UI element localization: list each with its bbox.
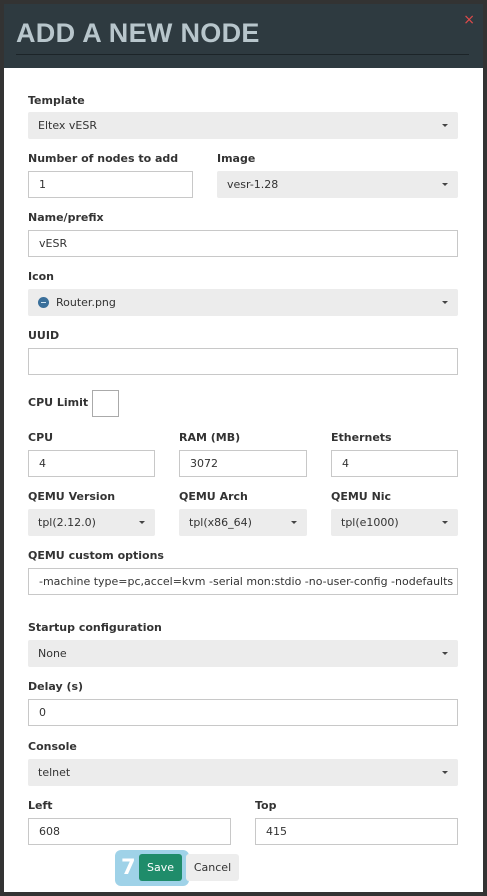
nodes-count-input[interactable]: 1 <box>28 171 193 198</box>
top-input[interactable]: 415 <box>255 818 458 845</box>
icon-select[interactable]: Router.png <box>28 289 458 316</box>
left-input[interactable]: 608 <box>28 818 231 845</box>
uuid-input[interactable] <box>28 348 458 375</box>
qemu-nic-select[interactable]: tpl(e1000) <box>331 509 458 536</box>
dialog-title: ADD A NEW NODE <box>16 18 260 48</box>
startup-config-value: None <box>38 647 67 660</box>
ethernets-input[interactable]: 4 <box>331 450 458 477</box>
ram-label: RAM (MB) <box>179 431 241 444</box>
delay-label: Delay (s) <box>28 680 84 693</box>
chevron-down-icon <box>442 301 448 304</box>
qemu-version-value: tpl(2.12.0) <box>38 516 96 529</box>
chevron-down-icon <box>442 124 448 127</box>
console-value: telnet <box>38 766 71 779</box>
chevron-down-icon <box>442 771 448 774</box>
chevron-down-icon <box>291 521 297 524</box>
qemu-version-select[interactable]: tpl(2.12.0) <box>28 509 155 536</box>
qemu-arch-label: QEMU Arch <box>179 490 248 503</box>
qemu-arch-value: tpl(x86_64) <box>189 516 252 529</box>
uuid-label: UUID <box>28 329 60 342</box>
title-underline <box>16 54 469 55</box>
cpu-limit-label: CPU Limit <box>28 396 89 409</box>
template-select[interactable]: Eltex vESR <box>28 112 458 139</box>
icon-label: Icon <box>28 270 55 283</box>
chevron-down-icon <box>442 652 448 655</box>
console-label: Console <box>28 740 77 753</box>
qemu-nic-label: QEMU Nic <box>331 490 392 503</box>
chevron-down-icon <box>139 521 145 524</box>
startup-config-label: Startup configuration <box>28 621 162 634</box>
top-label: Top <box>255 799 277 812</box>
qemu-nic-value: tpl(e1000) <box>341 516 399 529</box>
name-prefix-label: Name/prefix <box>28 211 104 224</box>
startup-config-select[interactable]: None <box>28 640 458 667</box>
qemu-options-label: QEMU custom options <box>28 549 164 562</box>
step-number: 7 <box>121 855 136 879</box>
cpu-input[interactable]: 4 <box>28 450 155 477</box>
delay-input[interactable]: 0 <box>28 699 458 726</box>
nodes-count-label: Number of nodes to add <box>28 152 179 165</box>
chevron-down-icon <box>442 183 448 186</box>
save-button[interactable]: Save <box>139 854 182 881</box>
name-prefix-input[interactable]: vESR <box>28 230 458 257</box>
template-label: Template <box>28 94 85 107</box>
close-icon[interactable]: × <box>463 12 475 28</box>
cpu-label: CPU <box>28 431 54 444</box>
cpu-limit-checkbox[interactable] <box>92 390 119 417</box>
console-select[interactable]: telnet <box>28 759 458 786</box>
qemu-version-label: QEMU Version <box>28 490 116 503</box>
ram-input[interactable]: 3072 <box>179 450 307 477</box>
cancel-button[interactable]: Cancel <box>186 854 239 881</box>
qemu-options-input[interactable]: -machine type=pc,accel=kvm -serial mon:s… <box>28 568 458 595</box>
image-value: vesr-1.28 <box>227 178 279 191</box>
left-label: Left <box>28 799 53 812</box>
ethernets-label: Ethernets <box>331 431 392 444</box>
router-icon <box>38 296 49 308</box>
image-select[interactable]: vesr-1.28 <box>217 171 458 198</box>
icon-value: Router.png <box>56 296 116 309</box>
image-label: Image <box>217 152 256 165</box>
template-value: Eltex vESR <box>38 119 97 132</box>
dialog-header: ADD A NEW NODE × <box>4 4 483 68</box>
chevron-down-icon <box>442 521 448 524</box>
add-node-dialog: ADD A NEW NODE × Template Eltex vESR Num… <box>4 4 483 892</box>
qemu-arch-select[interactable]: tpl(x86_64) <box>179 509 307 536</box>
